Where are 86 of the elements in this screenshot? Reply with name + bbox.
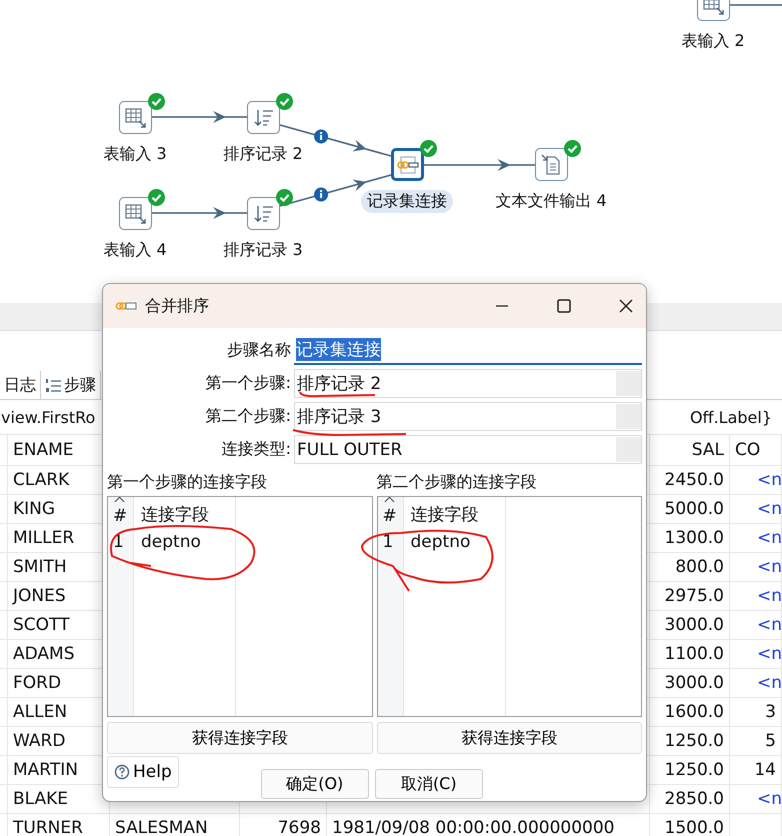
- table-cell: TURNER: [13, 818, 83, 836]
- column-header: 连接字段: [410, 504, 478, 526]
- table-cell: 5: [765, 731, 776, 751]
- table-cell: ALLEN: [13, 702, 68, 722]
- column-header[interactable]: SAL: [692, 440, 724, 460]
- step-label: 排序记录 3: [222, 239, 304, 261]
- table-cell: CLARK: [13, 470, 70, 490]
- table-cell: 3000.0: [664, 673, 724, 693]
- table-cell: deptno: [141, 532, 201, 552]
- table-cell: 1300.0: [664, 528, 724, 548]
- table-cell: SCOTT: [13, 615, 70, 635]
- toolbar-text: Off.Label}: [690, 408, 772, 426]
- column-header: 连接字段: [141, 504, 209, 526]
- field-label: 步骤名称: [226, 340, 291, 361]
- row-number: 1: [382, 532, 394, 552]
- dialog-button[interactable]: 取消(C): [374, 769, 483, 799]
- table-cell: 1981/09/08 00:00:00.000000000: [332, 818, 614, 836]
- dropdown-field[interactable]: 排序记录 2: [294, 369, 642, 398]
- close-icon[interactable]: [618, 298, 634, 314]
- table-cell: 1600.0: [664, 702, 724, 722]
- step-label: 表输入 4: [102, 239, 168, 261]
- table-cell: 2850.0: [664, 789, 724, 809]
- table-cell: 5000.0: [664, 499, 724, 519]
- table-cell: <n: [757, 528, 781, 548]
- step-label: 记录集连接: [361, 190, 453, 213]
- table-cell: 3000.0: [664, 615, 724, 635]
- help-button[interactable]: Help: [107, 756, 179, 788]
- column-header: #: [382, 506, 397, 526]
- dropdown-field[interactable]: 排序记录 3: [294, 402, 642, 431]
- table-cell: 7698: [278, 818, 321, 836]
- table-cell: SMITH: [13, 557, 67, 577]
- table-cell: WARD: [13, 731, 66, 751]
- maximize-icon[interactable]: [556, 298, 572, 314]
- table-cell: <n: [757, 470, 781, 490]
- input-field[interactable]: 记录集连接: [294, 336, 642, 365]
- table-cell: FORD: [13, 673, 62, 693]
- step-label: 表输入 2: [680, 30, 746, 52]
- table-cell: ADAMS: [13, 644, 75, 664]
- column-header[interactable]: ENAME: [13, 440, 74, 460]
- column-header: #: [113, 506, 128, 526]
- step-label: 排序记录 2: [222, 143, 304, 165]
- step-label: 表输入 3: [102, 143, 168, 165]
- table-cell: 1250.0: [664, 731, 724, 751]
- sort-icon[interactable]: [247, 197, 280, 230]
- table-icon[interactable]: [119, 101, 152, 134]
- step-label: 文本文件输出 4: [494, 190, 608, 212]
- dropdown-field[interactable]: FULL OUTER: [294, 435, 642, 464]
- table-cell: <n: [757, 615, 781, 635]
- table-cell: 800.0: [675, 557, 724, 577]
- table-cell: BLAKE: [13, 789, 68, 809]
- section-title: 第一个步骤的连接字段: [107, 471, 268, 493]
- column-header[interactable]: CO: [735, 440, 760, 460]
- document-icon[interactable]: [535, 148, 568, 181]
- table-cell: 2450.0: [664, 470, 724, 490]
- table-cell: <n: [757, 586, 781, 606]
- table-cell: MARTIN: [13, 760, 78, 780]
- sort-icon[interactable]: [247, 101, 280, 134]
- table-cell: SALESMAN: [115, 818, 208, 836]
- table-cell: <n: [757, 789, 781, 809]
- table-cell: 1250.0: [664, 760, 724, 780]
- toolbar-text: view.FirstRo: [1, 408, 96, 426]
- table-cell: <n: [757, 673, 781, 693]
- join-icon[interactable]: [391, 148, 424, 181]
- table-cell: 1500.0: [664, 818, 724, 836]
- table-cell: deptno: [410, 532, 470, 552]
- table-cell: 1100.0: [664, 644, 724, 664]
- table-cell: JONES: [13, 586, 66, 606]
- table-cell: KING: [13, 499, 56, 519]
- table-cell: 2975.0: [664, 586, 724, 606]
- table-cell: <n: [757, 644, 781, 664]
- table-icon[interactable]: [119, 197, 152, 230]
- table-cell: <n: [757, 499, 781, 519]
- window-title: 合并排序: [145, 296, 209, 316]
- field-label: 第二个步骤:: [204, 406, 291, 427]
- dialog-button[interactable]: 确定(O): [260, 769, 369, 799]
- table-cell: 3: [765, 702, 776, 722]
- table-cell: 14: [754, 760, 776, 780]
- list-icon: [45, 376, 62, 394]
- field-label: 第一个步骤:: [204, 373, 291, 394]
- get-fields-button[interactable]: 获得连接字段: [376, 722, 642, 754]
- table-cell: <n: [757, 557, 781, 577]
- field-label: 连接类型:: [220, 439, 291, 460]
- section-title: 第二个步骤的连接字段: [376, 471, 538, 493]
- get-fields-button[interactable]: 获得连接字段: [107, 722, 372, 754]
- table-cell: MILLER: [13, 528, 74, 548]
- help-icon: [114, 764, 130, 780]
